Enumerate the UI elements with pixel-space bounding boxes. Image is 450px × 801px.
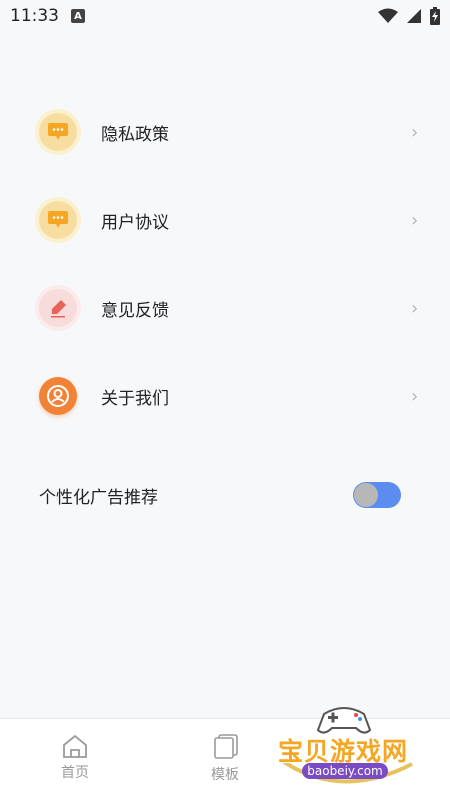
status-bar: 11:33 A (0, 0, 450, 32)
home-icon (63, 734, 87, 758)
nav-item-label: 模板 (211, 767, 239, 783)
notification-a-icon: A (71, 9, 85, 23)
menu-item-feedback[interactable]: 意见反馈 › (0, 264, 450, 352)
menu-item-about-us[interactable]: 关于我们 › (0, 352, 450, 440)
chat-bubble-icon (39, 113, 77, 151)
user-circle-icon (39, 377, 77, 415)
toggle-knob (354, 483, 378, 507)
personalized-ads-row: 个性化广告推荐 (0, 471, 450, 519)
chevron-right-icon: › (411, 385, 419, 407)
nav-item-label: 首页 (61, 765, 89, 781)
status-left: 11:33 A (10, 6, 85, 26)
wifi-icon (378, 8, 398, 23)
watermark-url: baobeiy.com (302, 763, 388, 779)
status-time: 11:33 (10, 6, 59, 26)
battery-charging-icon (430, 7, 440, 25)
template-stack-icon (214, 734, 238, 759)
menu-item-user-agreement[interactable]: 用户协议 › (0, 176, 450, 264)
nav-item-home[interactable]: 首页 (45, 733, 105, 782)
menu-item-label: 关于我们 (101, 388, 169, 409)
pen-icon (39, 289, 77, 327)
status-right (378, 7, 440, 25)
chat-bubble-icon (39, 201, 77, 239)
menu-item-label: 用户协议 (101, 212, 169, 233)
signal-icon (407, 9, 421, 23)
chevron-right-icon: › (411, 209, 419, 231)
chevron-right-icon: › (411, 121, 419, 143)
watermark: 宝贝游戏网 baobeiy.com (272, 700, 422, 796)
chevron-right-icon: › (411, 297, 419, 319)
menu-item-privacy-policy[interactable]: 隐私政策 › (0, 88, 450, 176)
menu-item-label: 意见反馈 (101, 300, 169, 321)
menu-item-label: 隐私政策 (101, 124, 169, 145)
nav-item-template[interactable]: 模板 (195, 733, 255, 784)
personalized-ads-toggle[interactable] (353, 482, 401, 508)
settings-menu: 隐私政策 › 用户协议 › 意见反馈 › 关于我们 › (0, 88, 450, 440)
personalized-ads-label: 个性化广告推荐 (39, 487, 158, 508)
